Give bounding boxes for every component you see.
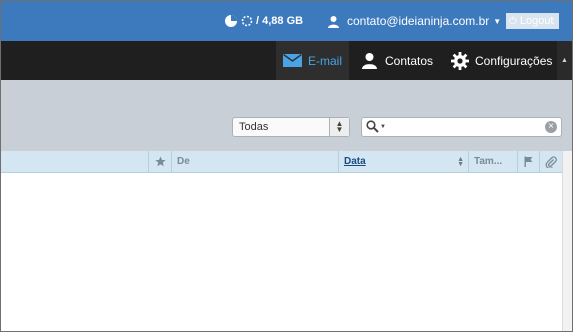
list-scrollbar[interactable] (562, 151, 572, 331)
column-from[interactable]: De (171, 151, 338, 172)
column-size-label: Tam... (474, 156, 503, 167)
filter-select[interactable]: Todas ▲ ▼ (232, 117, 350, 137)
select-arrows-icon: ▲ ▼ (329, 118, 349, 136)
column-attachment[interactable] (539, 151, 562, 172)
logout-label: Logout (519, 15, 554, 27)
tab-email[interactable]: E-mail (276, 41, 349, 80)
app-window: / 4,88 GB contato@ideianinja.com.br ▼ ⏻ … (0, 0, 573, 332)
star-icon (154, 156, 166, 167)
tab-contacts-label: Contatos (385, 53, 434, 68)
tab-settings[interactable]: Configurações (451, 41, 552, 80)
search-options-button[interactable]: ▼ (366, 120, 386, 133)
main-nav: E-mail Contatos Configurações (1, 41, 572, 80)
user-email: contato@ideianinja.com.br (347, 14, 490, 28)
tab-email-label: E-mail (307, 53, 342, 68)
column-flag[interactable] (517, 151, 539, 172)
column-size[interactable]: Tam... (468, 151, 517, 172)
top-bar: / 4,88 GB contato@ideianinja.com.br ▼ ⏻ … (1, 1, 572, 41)
pie-chart-icon (225, 15, 237, 27)
column-date-label: Data (344, 156, 366, 167)
filter-value: Todas (239, 121, 269, 133)
user-menu[interactable]: contato@ideianinja.com.br ▼ (327, 12, 501, 30)
message-list-header: De Data ▲ ▼ Tam... (1, 151, 562, 173)
flag-icon (524, 156, 532, 167)
sort-icon: ▲ ▼ (457, 156, 464, 168)
quota-text: / 4,88 GB (256, 15, 304, 27)
user-icon (362, 53, 377, 69)
gear-icon (451, 51, 469, 70)
column-date[interactable]: Data ▲ ▼ (338, 151, 468, 172)
mail-toolbar: Todas ▲ ▼ ▼ × (1, 80, 572, 151)
envelope-icon (282, 54, 302, 67)
user-icon (328, 15, 339, 28)
search-input[interactable]: ▼ × (361, 117, 562, 137)
column-from-label: De (177, 156, 190, 167)
tab-settings-label: Configurações (475, 53, 553, 68)
column-flagged[interactable] (148, 151, 171, 172)
paperclip-icon (545, 155, 557, 168)
search-icon (366, 120, 379, 133)
loading-spinner-icon (241, 15, 253, 27)
logout-icon: ⏻ (509, 15, 517, 27)
logout-button[interactable]: ⏻ Logout (506, 13, 559, 29)
clear-search-icon[interactable]: × (545, 121, 557, 133)
chevron-down-icon: ▼ (380, 123, 386, 130)
chevron-down-icon: ▼ (493, 16, 502, 26)
message-list (1, 173, 562, 331)
nav-scroll-button[interactable]: ▲ (557, 41, 572, 80)
quota-indicator: / 4,88 GB (224, 12, 303, 30)
tab-contacts[interactable]: Contatos (361, 41, 433, 80)
